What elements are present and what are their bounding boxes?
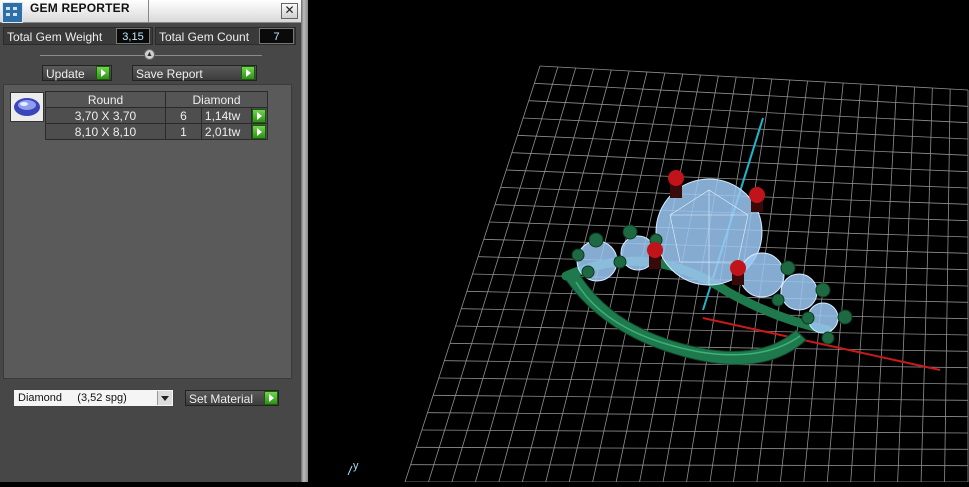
- gem-size: 8,10 X 8,10: [45, 123, 166, 140]
- go-arrow-icon[interactable]: [241, 66, 255, 80]
- gem-weight: 1,14tw: [200, 107, 252, 124]
- side-diamond: [739, 252, 785, 298]
- app-icon: [2, 2, 23, 23]
- material-selected-text: Diamond (3,52 spg): [18, 392, 127, 404]
- gem-weight: 2,01tw: [200, 123, 252, 140]
- gem-table-header: Round Diamond: [45, 91, 268, 108]
- table-row[interactable]: 8,10 X 8,10 1 2,01tw: [45, 123, 269, 140]
- set-material-button-label: Set Material: [189, 392, 254, 406]
- go-arrow-icon[interactable]: [251, 109, 266, 123]
- total-gem-weight-text: Total Gem Weight: [7, 30, 103, 44]
- go-arrow-icon[interactable]: [251, 125, 266, 139]
- slider-knob-icon[interactable]: ▲: [144, 49, 155, 60]
- material-select[interactable]: Diamond (3,52 spg): [13, 389, 174, 407]
- go-arrow-icon[interactable]: [96, 66, 110, 80]
- 3d-viewport[interactable]: y: [308, 0, 969, 483]
- gem-reporter-panel: GEM REPORTER ✕ Total Gem Weight 3,15 Tot…: [0, 0, 301, 482]
- go-arrow-icon[interactable]: [264, 391, 278, 405]
- viewport-canvas[interactable]: y: [308, 0, 969, 483]
- save-report-button-label: Save Report: [136, 67, 203, 81]
- save-report-button[interactable]: Save Report: [132, 65, 257, 81]
- side-diamond: [780, 273, 818, 311]
- grid-line: [466, 290, 969, 303]
- total-gem-count-value: 7: [259, 28, 294, 44]
- grid-line: [410, 464, 969, 467]
- shape-header: Round: [45, 91, 166, 108]
- gem-count: 6: [165, 107, 202, 124]
- close-icon[interactable]: ✕: [281, 3, 298, 19]
- window-title: GEM REPORTER: [30, 1, 130, 15]
- axis-gizmo-icon: [347, 465, 353, 476]
- gem-size: 3,70 X 3,70: [45, 107, 166, 124]
- total-gem-weight-value: 3,15: [116, 28, 150, 44]
- ring-model[interactable]: [561, 170, 853, 365]
- total-gem-count-text: Total Gem Count: [159, 30, 250, 44]
- dropdown-arrow-icon[interactable]: [157, 391, 172, 405]
- grid-line: [461, 308, 969, 320]
- gem-thumbnail-icon[interactable]: [10, 92, 44, 122]
- panel-splitter[interactable]: [301, 0, 308, 482]
- row-go-cell[interactable]: [250, 107, 269, 124]
- axis-label-y: y: [353, 460, 359, 472]
- row-go-cell[interactable]: [250, 123, 269, 140]
- gem-stones: [576, 178, 839, 334]
- gem-count: 1: [165, 123, 202, 140]
- title-bar[interactable]: GEM REPORTER ✕: [0, 0, 301, 23]
- update-button-label: Update: [46, 67, 85, 81]
- table-row[interactable]: 3,70 X 3,70 6 1,14tw: [45, 107, 269, 124]
- grid-line: [455, 325, 969, 336]
- gem-table: Round Diamond 3,70 X 3,70 6 1,14tw 8,10 …: [45, 91, 269, 140]
- title-separator: [148, 0, 149, 22]
- material-header: Diamond: [165, 91, 268, 108]
